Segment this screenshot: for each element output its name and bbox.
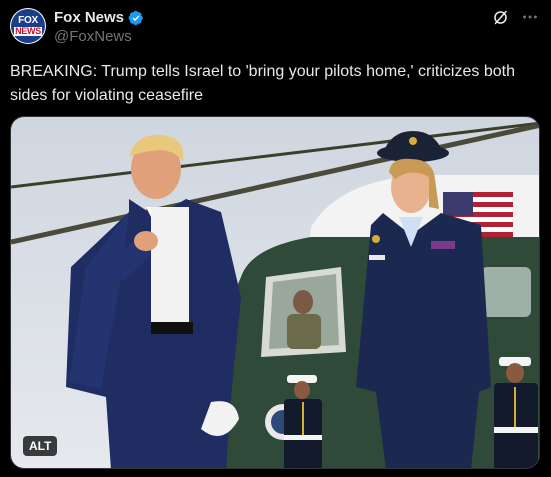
name-row: Fox News: [54, 9, 144, 26]
verified-badge-icon: [128, 10, 143, 25]
post-card[interactable]: FOX NEWS Fox News @FoxNews BREAKING: Tru…: [0, 0, 551, 477]
grok-icon[interactable]: [491, 8, 509, 26]
header-actions: [491, 8, 539, 26]
display-name[interactable]: Fox News: [54, 9, 124, 26]
fox-news-logo-icon: FOX NEWS: [11, 9, 45, 43]
avatar-text-bottom: NEWS: [14, 26, 42, 36]
account-avatar[interactable]: FOX NEWS: [10, 8, 46, 44]
post-text: BREAKING: Trump tells Israel to 'bring y…: [10, 63, 515, 104]
avatar-text-top: FOX: [18, 15, 38, 26]
post-image[interactable]: ALT: [10, 116, 540, 469]
more-options-icon[interactable]: [521, 8, 539, 26]
post-photo: [11, 117, 539, 468]
account-handle[interactable]: @FoxNews: [54, 28, 132, 45]
alt-text-badge[interactable]: ALT: [23, 436, 58, 456]
